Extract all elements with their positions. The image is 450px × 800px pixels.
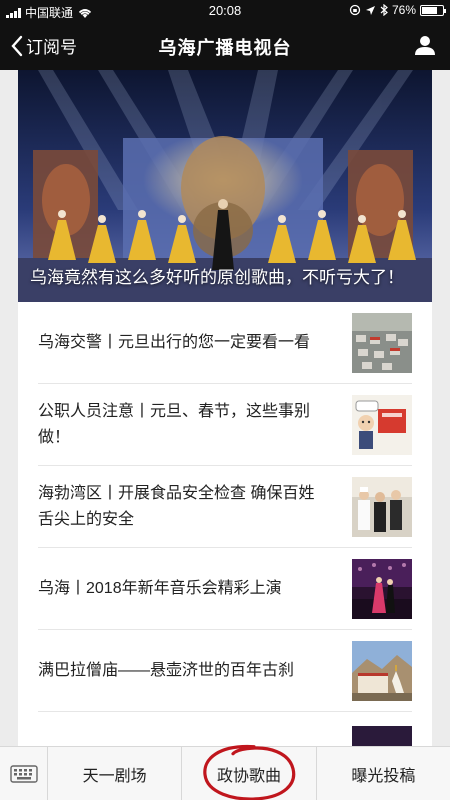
keyboard-button[interactable]: [0, 747, 48, 800]
article-title: 满巴拉僧庙——悬壶济世的百年古刹: [38, 661, 295, 679]
list-item[interactable]: 海勃湾区丨开展食品安全检查 确保百姓舌尖上的安全: [38, 466, 412, 548]
menu-songs-button[interactable]: 政协歌曲: [182, 744, 317, 800]
list-item[interactable]: 满巴拉僧庙——悬壶济世的百年古刹: [38, 630, 412, 712]
nav-bar: 订阅号 乌海广播电视台: [0, 22, 450, 70]
battery-percent: 76%: [391, 3, 416, 17]
profile-button[interactable]: [414, 34, 436, 61]
battery-icon: [420, 4, 446, 16]
inspection-photo: [352, 476, 412, 537]
article-title: 乌海交警丨元旦出行的您一定要看一看: [38, 333, 311, 351]
list-item[interactable]: 公职人员注意丨元旦、春节，这些事别做！: [38, 384, 412, 466]
partial-thumbnail: [352, 726, 412, 746]
menu-submit-button[interactable]: 曝光投稿: [317, 747, 450, 800]
temple-photo: [352, 640, 412, 701]
location-icon: [365, 5, 375, 15]
hero-article[interactable]: 乌海竟然有这么多好听的原创歌曲，不听亏大了！: [18, 70, 432, 302]
list-item[interactable]: 乌海丨2018年新年音乐会精彩上演: [38, 548, 412, 630]
article-title: 海勃湾区丨开展食品安全检查 确保百姓舌尖上的安全: [38, 484, 315, 528]
bottom-menu: 天一剧场 政协歌曲 曝光投稿: [0, 744, 450, 800]
article-list: 乌海交警丨元旦出行的您一定要看一看 公职人员注意丨元旦、春节，这些事别做！ 海勃…: [18, 302, 432, 746]
status-bar: 中国联通 20:08 76%: [0, 0, 450, 22]
person-icon: [415, 36, 435, 55]
traffic-photo: [352, 312, 412, 373]
rotation-lock-icon: [349, 4, 361, 16]
article-feed: 乌海竟然有这么多好听的原创歌曲，不听亏大了！ 乌海交警丨元旦出行的您一定要看一看…: [18, 70, 432, 746]
menu-songs-label: 政协歌曲: [216, 767, 281, 785]
hero-caption: 乌海竟然有这么多好听的原创歌曲，不听亏大了！: [30, 268, 404, 287]
bluetooth-icon: [380, 4, 388, 16]
article-title: 乌海丨2018年新年音乐会精彩上演: [38, 579, 282, 597]
list-item[interactable]: 乌海交警丨元旦出行的您一定要看一看: [38, 302, 412, 384]
article-title: 公职人员注意丨元旦、春节，这些事别做！: [38, 402, 311, 446]
list-item[interactable]: [38, 712, 412, 746]
keyboard-icon: [9, 765, 38, 783]
concert-photo: [352, 558, 412, 619]
page-title: 乌海广播电视台: [158, 38, 292, 58]
cartoon-illustration: [352, 394, 412, 455]
menu-theater-button[interactable]: 天一剧场: [48, 747, 183, 800]
